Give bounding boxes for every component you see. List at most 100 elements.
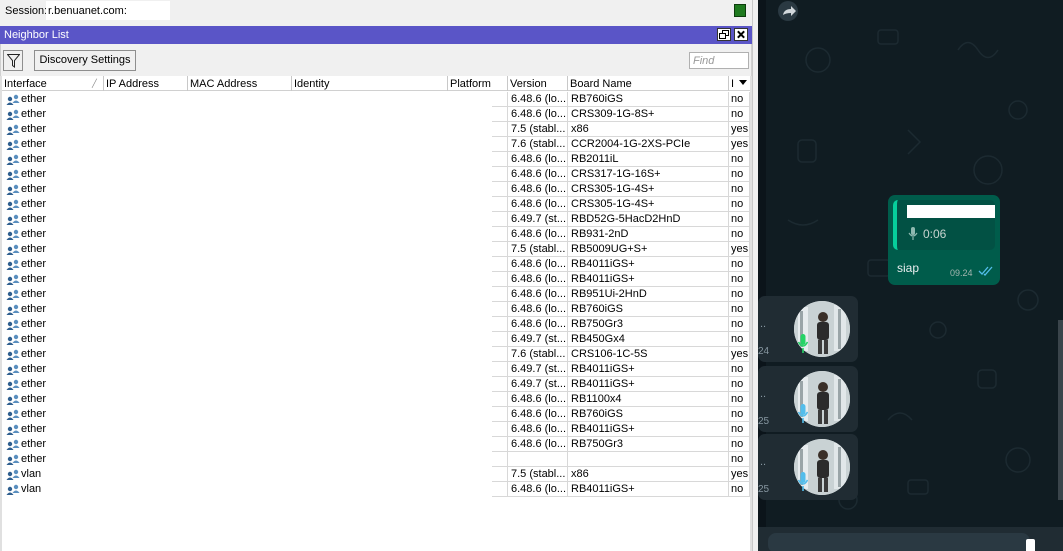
neighbor-list-titlebar[interactable]: Neighbor List — [0, 26, 752, 44]
table-row[interactable]: ether 7.6 (stabl... CCR2004-1G-2XS-PCIe yes — [2, 137, 750, 152]
filter-button[interactable] — [3, 50, 23, 71]
interface-name: ether — [21, 138, 47, 150]
table-row[interactable]: ether 6.48.6 (lo... RB1100x4 no — [2, 392, 750, 407]
board-name-cell: RB760iGS — [568, 302, 729, 317]
last-column-cell: no — [729, 422, 750, 437]
table-row[interactable]: ether 6.48.6 (lo... RB2011iL no — [2, 152, 750, 167]
version-cell: 7.6 (stabl... — [508, 137, 568, 152]
last-column-cell: no — [729, 182, 750, 197]
column-header-i[interactable]: I — [729, 76, 735, 91]
interface-name: ether — [21, 288, 47, 300]
table-row[interactable]: ether 6.48.6 (lo... RB951Ui-2HnD no — [2, 287, 750, 302]
column-menu-arrow-icon[interactable] — [739, 80, 747, 85]
interface-cell: ether — [6, 392, 48, 407]
filter-icon — [7, 54, 20, 68]
board-name-cell: RB4011iGS+ — [568, 362, 729, 377]
interface-cell: ether — [6, 302, 48, 317]
table-row[interactable]: ether 6.49.7 (st... RB4011iGS+ no — [2, 362, 750, 377]
neighbor-list-toolbar: Discovery Settings — [0, 44, 752, 76]
composer-handle[interactable] — [1026, 539, 1035, 551]
restore-button[interactable] — [717, 28, 731, 41]
platform-cell — [492, 197, 508, 212]
column-header-version[interactable]: Version — [508, 76, 568, 91]
interface-cell: ether — [6, 332, 48, 347]
table-row[interactable]: ether 6.48.6 (lo... RB760iGS no — [2, 92, 750, 107]
board-name-cell: x86 — [568, 122, 729, 137]
table-row[interactable]: ether 6.49.7 (st... RB450Gx4 no — [2, 332, 750, 347]
table-row[interactable]: ether 6.49.7 (st... RBD52G-5HacD2HnD no — [2, 212, 750, 227]
table-row[interactable]: ether 6.48.6 (lo... RB760iGS no — [2, 302, 750, 317]
quoted-voice-message[interactable]: 0:06 — [893, 200, 995, 250]
table-row[interactable]: ether 7.5 (stabl... x86 yes — [2, 122, 750, 137]
table-row[interactable]: ether 6.48.6 (lo... CRS309-1G-8S+ no — [2, 107, 750, 122]
table-row[interactable]: ether 6.48.6 (lo... RB760iGS no — [2, 407, 750, 422]
table-row[interactable]: ether 6.48.6 (lo... RB4011iGS+ no — [2, 422, 750, 437]
table-row[interactable]: ether 7.5 (stabl... RB5009UG+S+ yes — [2, 242, 750, 257]
table-row[interactable]: ether 6.48.6 (lo... CRS305-1G-4S+ no — [2, 182, 750, 197]
table-row[interactable]: vlan 6.48.6 (lo... RB4011iGS+ no — [2, 482, 750, 497]
platform-cell — [492, 317, 508, 332]
voice-message[interactable]: .. 24 — [758, 296, 858, 362]
message-input[interactable] — [768, 533, 1030, 551]
platform-cell — [492, 212, 508, 227]
table-row[interactable]: ether 6.49.7 (st... RB4011iGS+ no — [2, 377, 750, 392]
microphone-icon — [798, 404, 808, 423]
neighbor-icon — [6, 304, 20, 317]
board-name-cell: RB4011iGS+ — [568, 272, 729, 287]
discovery-settings-button[interactable]: Discovery Settings — [34, 50, 136, 71]
column-header-platform[interactable]: Platform — [448, 76, 508, 91]
session-field[interactable]: r.benuanet.com: — [46, 1, 170, 20]
column-header-identity[interactable]: Identity — [292, 76, 448, 91]
version-cell: 7.5 (stabl... — [508, 122, 568, 137]
platform-cell — [492, 407, 508, 422]
table-row[interactable]: vlan 7.5 (stabl... x86 yes — [2, 467, 750, 482]
table-row[interactable]: ether 6.48.6 (lo... RB4011iGS+ no — [2, 257, 750, 272]
interface-cell: ether — [6, 407, 48, 422]
find-input[interactable] — [689, 52, 749, 69]
neighbor-icon — [6, 394, 20, 407]
version-cell: 6.48.6 (lo... — [508, 302, 568, 317]
forward-icon[interactable] — [776, 0, 800, 22]
table-row[interactable]: ether 6.48.6 (lo... RB750Gr3 no — [2, 317, 750, 332]
platform-cell — [492, 392, 508, 407]
table-row[interactable]: ether 7.6 (stabl... CRS106-1C-5S yes — [2, 347, 750, 362]
table-row[interactable]: ether 6.48.6 (lo... RB931-2nD no — [2, 227, 750, 242]
table-row[interactable]: ether 6.48.6 (lo... CRS317-1G-16S+ no — [2, 167, 750, 182]
interface-name: ether — [21, 123, 47, 135]
voice-message-time: 24 — [758, 346, 770, 357]
board-name-cell: RB760iGS — [568, 407, 729, 422]
table-row[interactable]: ether 6.48.6 (lo... CRS305-1G-4S+ no — [2, 197, 750, 212]
outgoing-message-bubble[interactable]: 0:06 siap 09.24 — [888, 195, 1000, 285]
column-header-ip-address[interactable]: IP Address — [104, 76, 188, 91]
last-column-cell: no — [729, 437, 750, 452]
platform-cell — [492, 482, 508, 497]
interface-cell: ether — [6, 122, 48, 137]
interface-name: ether — [21, 318, 47, 330]
version-cell: 6.49.7 (st... — [508, 332, 568, 347]
column-header-interface[interactable]: Interface — [2, 76, 104, 91]
scrollbar-thumb[interactable] — [1058, 320, 1063, 500]
board-name-cell: CRS309-1G-8S+ — [568, 107, 729, 122]
version-cell: 7.5 (stabl... — [508, 242, 568, 257]
close-button[interactable] — [734, 28, 748, 41]
table-header: Interface ╱ IP Address MAC Address Ident… — [2, 76, 750, 91]
last-column-cell: no — [729, 92, 750, 107]
neighbor-icon — [6, 154, 20, 167]
voice-message[interactable]: .. 25 — [758, 434, 858, 500]
platform-cell — [492, 107, 508, 122]
last-column-cell: yes — [729, 467, 750, 482]
table-row[interactable]: ether no — [2, 452, 750, 467]
table-row[interactable]: ether 6.48.6 (lo... RB4011iGS+ no — [2, 272, 750, 287]
platform-cell — [492, 122, 508, 137]
interface-cell: ether — [6, 347, 48, 362]
interface-cell: vlan — [6, 467, 48, 482]
last-column-cell: no — [729, 332, 750, 347]
voice-message[interactable]: .. 25 — [758, 366, 858, 432]
version-cell: 6.48.6 (lo... — [508, 197, 568, 212]
column-header-board-name[interactable]: Board Name — [568, 76, 729, 91]
table-row[interactable]: ether 6.48.6 (lo... RB750Gr3 no — [2, 437, 750, 452]
last-column-cell: no — [729, 392, 750, 407]
interface-cell: ether — [6, 197, 48, 212]
neighbor-icon — [6, 409, 20, 422]
column-header-mac-address[interactable]: MAC Address — [188, 76, 292, 91]
